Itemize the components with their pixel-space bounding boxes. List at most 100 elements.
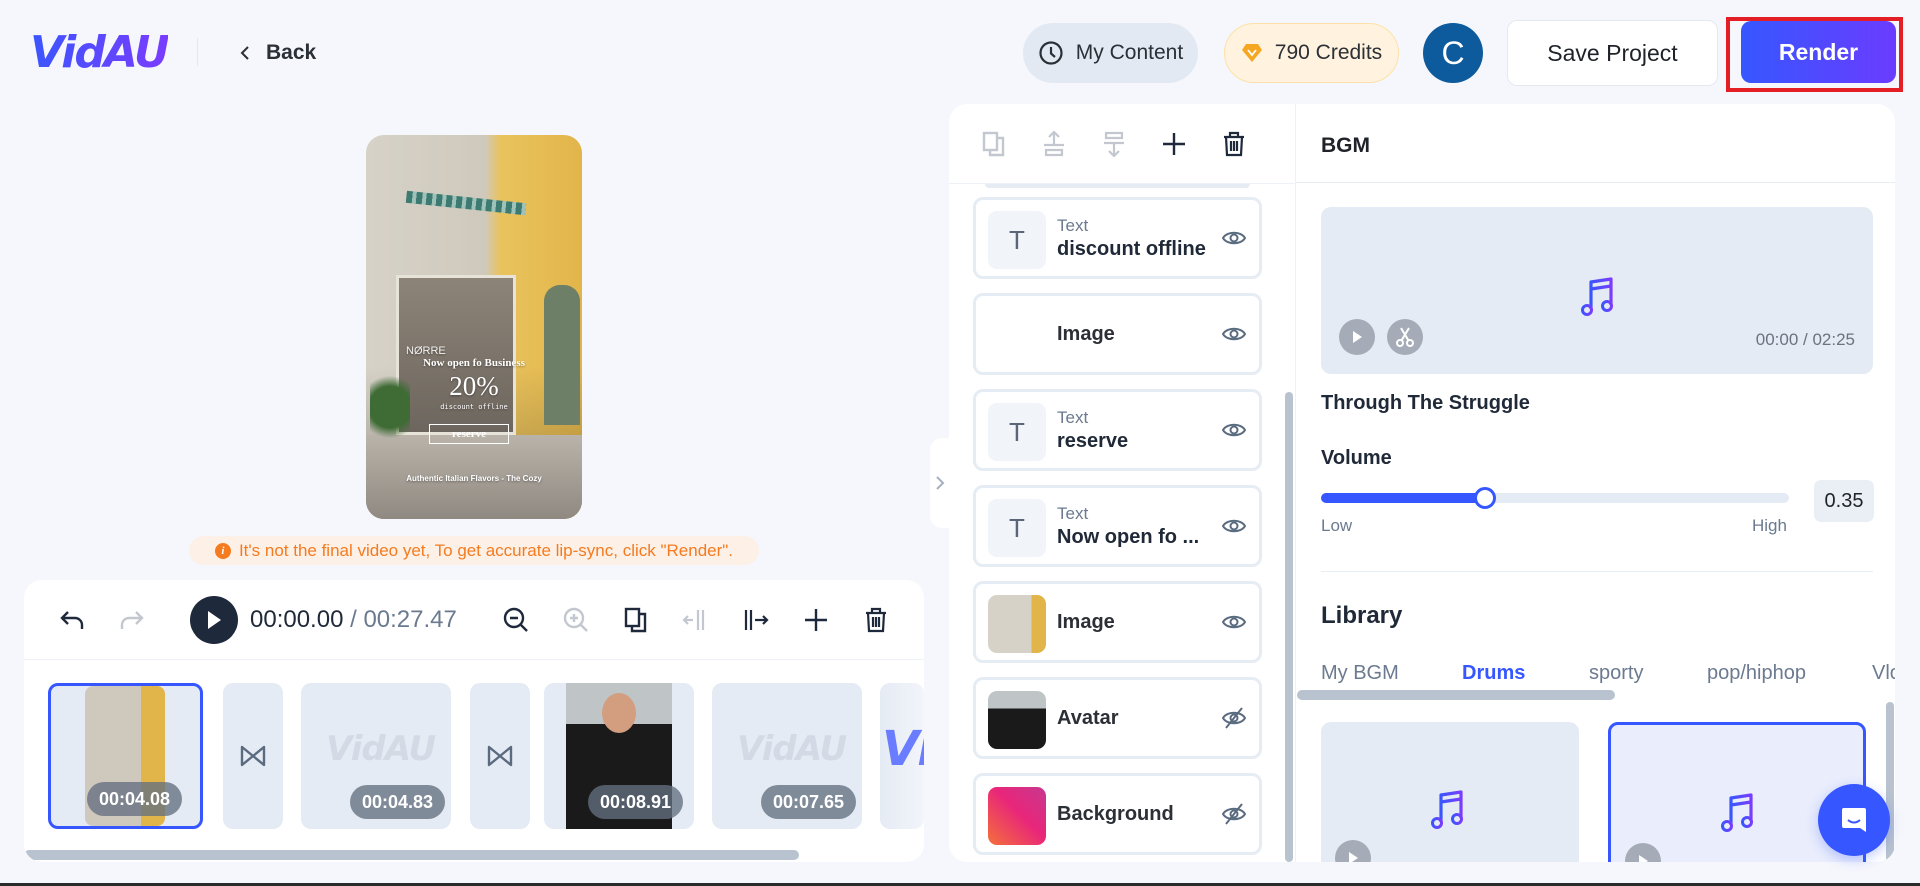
library-tabs-scrollbar[interactable] — [1297, 690, 1615, 700]
send-backward-button[interactable] — [1094, 124, 1134, 164]
clip-placeholder[interactable]: VidAU 00:04.83 — [301, 683, 451, 829]
bring-forward-button[interactable] — [1034, 124, 1074, 164]
zoom-in-button[interactable] — [556, 600, 596, 640]
duplicate-button[interactable] — [616, 600, 656, 640]
bgm-title: BGM — [1321, 134, 1370, 157]
chat-icon — [1842, 808, 1866, 832]
library-tab-sporty[interactable]: sporty — [1589, 662, 1643, 685]
add-layer-button[interactable] — [1154, 124, 1194, 164]
preview-reserve-text[interactable]: reserve — [429, 424, 509, 444]
collapse-panel-button[interactable] — [930, 438, 950, 528]
preview-discount-text[interactable]: discount offline — [366, 403, 582, 411]
volume-slider-fill — [1321, 493, 1485, 503]
plus-icon — [1163, 133, 1185, 155]
layer-item[interactable]: T Text reserve — [973, 389, 1262, 471]
volume-value-input[interactable]: 0.35 — [1814, 480, 1874, 522]
zoom-in-icon — [563, 607, 588, 632]
library-tab-vlog[interactable]: Vlo — [1872, 662, 1895, 685]
save-project-button[interactable]: Save Project — [1507, 20, 1718, 86]
zoom-out-icon — [503, 607, 528, 632]
timecode: 00:00.00 / 00:27.47 — [250, 606, 457, 634]
user-avatar[interactable]: C — [1423, 23, 1483, 83]
clip-avatar[interactable]: 00:08.91 — [544, 683, 694, 829]
zoom-out-button[interactable] — [496, 600, 536, 640]
transition-button[interactable] — [223, 683, 283, 829]
support-chat-button[interactable] — [1818, 784, 1890, 856]
eye-off-icon[interactable] — [1221, 801, 1247, 827]
library-scrollbar[interactable] — [1886, 702, 1894, 862]
undo-button[interactable] — [52, 600, 92, 640]
credits-badge[interactable]: 790 Credits — [1224, 23, 1399, 83]
clip-placeholder[interactable]: VidAU 00:07.65 — [712, 683, 862, 829]
bgm-play-button[interactable] — [1339, 319, 1375, 355]
layer-duplicate-button[interactable] — [974, 124, 1014, 164]
eye-icon[interactable] — [1221, 417, 1247, 443]
library-tab-drums[interactable]: Drums — [1462, 662, 1525, 685]
render-button[interactable]: Render — [1741, 21, 1896, 83]
lip-sync-warning: i It's not the final video yet, To get a… — [189, 536, 759, 565]
split-right-icon — [744, 610, 769, 630]
delete-clip-button[interactable] — [856, 600, 896, 640]
layers-scrollbar[interactable] — [1285, 392, 1293, 862]
preview-footer-text[interactable]: Authentic Italian Flavors - The Cozy — [366, 474, 582, 483]
back-button[interactable]: Back — [238, 38, 316, 68]
divider — [1321, 571, 1873, 572]
preview-percent-text[interactable]: 20% — [366, 371, 582, 402]
volume-slider-thumb[interactable] — [1473, 487, 1496, 509]
layer-item[interactable]: Avatar — [973, 677, 1262, 759]
layer-item[interactable]: Background — [973, 773, 1262, 855]
bgm-trim-button[interactable] — [1387, 319, 1423, 355]
play-button[interactable] — [190, 596, 238, 644]
timeline-panel: 00:00.00 / 00:27.47 00:04.08 VidAU 00:04… — [24, 580, 924, 862]
layers-toolbar — [949, 104, 1295, 184]
clip-image[interactable]: 00:04.08 — [48, 683, 203, 829]
duplicate-icon — [624, 607, 647, 633]
layer-item[interactable]: T Text Now open fo ... — [973, 485, 1262, 567]
video-preview[interactable]: NØRRE Now open fo Business 20% discount … — [366, 135, 582, 519]
music-note-icon — [1721, 793, 1753, 832]
play-icon — [1639, 855, 1648, 862]
timeline-clips: 00:04.08 VidAU 00:04.83 00:08.91 VidAU 0… — [48, 683, 924, 831]
add-clip-button[interactable] — [796, 600, 836, 640]
eye-icon[interactable] — [1221, 609, 1247, 635]
track-play-button[interactable] — [1625, 843, 1661, 862]
transition-button[interactable] — [470, 683, 530, 829]
layer-name: Now open fo ... — [1057, 526, 1200, 548]
time-separator: / — [343, 606, 364, 633]
delete-layer-button[interactable] — [1214, 124, 1254, 164]
current-time: 00:00.00 — [250, 606, 344, 633]
volume-label: Volume — [1321, 447, 1392, 469]
music-note-icon — [1431, 790, 1463, 829]
my-content-button[interactable]: My Content — [1023, 23, 1198, 83]
redo-button[interactable] — [112, 600, 152, 640]
split-right-button[interactable] — [736, 600, 776, 640]
volume-high-label: High — [1752, 516, 1787, 535]
preview-headline-text[interactable]: Now open fo Business — [366, 357, 582, 369]
library-tab-pop-hiphop[interactable]: pop/hiphop — [1707, 662, 1806, 685]
timeline-scrollbar[interactable] — [24, 850, 799, 860]
text-layer-icon: T — [988, 211, 1046, 269]
background-layer-thumbnail — [988, 787, 1046, 845]
layer-item[interactable]: Image — [973, 581, 1262, 663]
bgm-time: 00:00 / 02:25 — [1755, 330, 1855, 349]
eye-off-icon[interactable] — [1221, 705, 1247, 731]
split-left-button[interactable] — [676, 600, 716, 640]
vidau-logo[interactable]: VidAU — [30, 28, 170, 78]
library-track-card[interactable] — [1321, 722, 1579, 862]
volume-slider[interactable] — [1321, 487, 1789, 509]
clip-partial[interactable]: Vi — [880, 683, 924, 829]
info-icon: i — [214, 542, 231, 559]
clip-duration: 00:04.08 — [87, 782, 183, 816]
play-icon — [1349, 852, 1358, 862]
eye-icon[interactable] — [1221, 225, 1247, 251]
layer-item[interactable]: Image — [973, 293, 1262, 375]
layer-item[interactable]: T Text discount offline — [973, 197, 1262, 279]
credits-label: 790 Credits — [1274, 41, 1383, 64]
total-time: 00:27.47 — [363, 606, 457, 633]
library-tab-my-bgm[interactable]: My BGM — [1321, 662, 1399, 685]
eye-icon[interactable] — [1221, 513, 1247, 539]
bring-forward-icon — [1044, 130, 1064, 157]
undo-icon — [60, 611, 84, 629]
track-play-button[interactable] — [1335, 840, 1371, 862]
eye-icon[interactable] — [1221, 321, 1247, 347]
